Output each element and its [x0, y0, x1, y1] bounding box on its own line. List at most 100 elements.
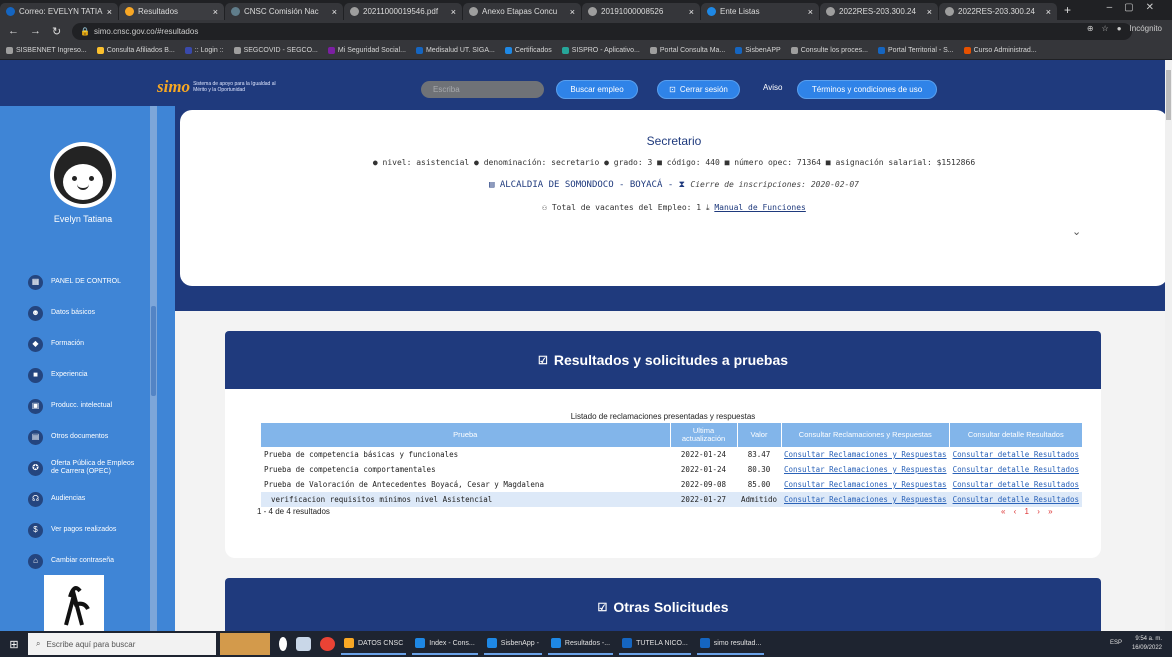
sidebar-item[interactable]: ⌂ Cambiar contraseña — [28, 551, 143, 571]
search-input[interactable]: Escriba — [421, 81, 544, 98]
taskbar-app[interactable]: Index - Cons... — [412, 633, 478, 655]
bookmark-item[interactable]: Consulte los proces... — [790, 47, 868, 54]
task-view-icon[interactable] — [296, 637, 311, 651]
chrome-icon[interactable] — [320, 637, 335, 651]
bookmark-label: Mi Seguridad Social... — [337, 47, 406, 54]
cell-fecha: 2022-01-27 — [670, 492, 737, 507]
taskbar-app-icon — [622, 638, 633, 648]
browser-tab[interactable]: 20191000008526 × — [582, 3, 700, 20]
main-content: Secretario ● nivel: asistencial ● denomi… — [175, 106, 1168, 631]
tray-clock[interactable]: 9:54 a. m. 16/09/2022 — [1132, 635, 1162, 653]
detalle-link[interactable]: Consultar detalle Resultados — [950, 462, 1082, 477]
vacantes: Total de vacantes del Empleo: 1 — [551, 203, 702, 212]
sidebar-scrollbar[interactable] — [150, 106, 157, 631]
bookmark-item[interactable]: SEGCOVID - SEGCO... — [233, 47, 318, 54]
browser-tab[interactable]: Anexo Etapas Concu × — [463, 3, 581, 20]
detalle-link[interactable]: Consultar detalle Resultados — [950, 477, 1082, 492]
taskbar-app[interactable]: SisbenApp - — [483, 633, 542, 655]
tab-close-icon[interactable]: × — [451, 7, 456, 17]
browser-tab[interactable]: 2022RES-203.300.24 × — [820, 3, 938, 20]
simo-logo[interactable]: simo Sistema de apoyo para la Igualdad a… — [157, 77, 283, 97]
browser-tab[interactable]: Correo: EVELYN TATIA × — [0, 3, 118, 20]
bookmark-label: Consulte los proces... — [800, 47, 868, 54]
taskbar-app[interactable]: DATOS CNSC — [341, 633, 407, 655]
reclamaciones-link[interactable]: Consultar Reclamaciones y Respuestas — [781, 447, 950, 462]
buscar-empleo-button[interactable]: Buscar empleo — [556, 80, 638, 99]
url-input[interactable]: 🔒 simo.cnsc.gov.co/#resultados — [72, 22, 1132, 40]
sidebar-item-icon: ⌂ — [28, 553, 43, 569]
browser-tab[interactable]: CNSC Comisión Nac × — [225, 3, 343, 20]
detalle-link[interactable]: Consultar detalle Resultados — [949, 492, 1082, 507]
forward-icon[interactable]: → — [30, 25, 44, 37]
new-tab-button[interactable]: + — [1064, 3, 1071, 17]
cerrar-sesion-button[interactable]: ⊡ Cerrar sesión — [657, 80, 740, 99]
sidebar-item-label: Formación — [51, 340, 85, 347]
browser-tab[interactable]: 2022RES-203.300.24 × — [939, 3, 1057, 20]
page-scrollbar[interactable] — [1165, 60, 1172, 631]
taskbar-app-label: TUTELA NICO... — [636, 639, 688, 647]
terminos-button[interactable]: Términos y condiciones de uso — [797, 80, 937, 99]
reclamaciones-link[interactable]: Consultar Reclamaciones y Respuestas — [781, 492, 950, 507]
windows-start-icon[interactable]: ⊞ — [4, 638, 24, 651]
browser-tab[interactable]: 20211000019546.pdf × — [344, 3, 462, 20]
sidebar-item[interactable]: ☻ Datos básicos — [28, 303, 143, 323]
tab-close-icon[interactable]: × — [332, 7, 337, 17]
results-header: ☑ Resultados y solicitudes a pruebas — [225, 331, 1101, 389]
bookmark-item[interactable]: Certificados — [504, 47, 552, 54]
tab-close-icon[interactable]: × — [927, 7, 932, 17]
grado-icon: ● — [604, 158, 609, 167]
tab-close-icon[interactable]: × — [1046, 7, 1051, 17]
tab-favicon-icon — [231, 7, 240, 16]
browser-tab[interactable]: Ente Listas × — [701, 3, 819, 20]
bookmark-item[interactable]: Consulta Afiliados B... — [96, 47, 175, 54]
sidebar-item[interactable]: ◆ Formación — [28, 334, 143, 354]
taskbar-search[interactable]: ⌕ Escribe aquí para buscar — [28, 633, 216, 655]
tab-close-icon[interactable]: × — [808, 7, 813, 17]
sidebar-item[interactable]: ■ Experiencia — [28, 365, 143, 385]
bookmark-favicon-icon — [327, 47, 335, 54]
sidebar-item[interactable]: ☊ Audiencias — [28, 489, 143, 509]
browser-tab[interactable]: Resultados × — [119, 3, 224, 20]
back-icon[interactable]: ← — [8, 25, 22, 37]
taskbar-app[interactable]: TUTELA NICO... — [619, 633, 691, 655]
tab-close-icon[interactable]: × — [570, 7, 575, 17]
tray-language[interactable]: ESP — [1110, 640, 1122, 646]
bookmark-favicon-icon — [233, 47, 241, 54]
star-icon[interactable]: ☆ — [1102, 24, 1109, 33]
cortana-icon[interactable] — [279, 637, 287, 651]
sidebar-item[interactable]: ✪ Oferta Pública de Empleos de Carrera (O… — [28, 458, 143, 478]
detalle-link[interactable]: Consultar detalle Resultados — [950, 447, 1082, 462]
bookmark-item[interactable]: Portal Consulta Ma... — [649, 47, 725, 54]
tab-close-icon[interactable]: × — [213, 7, 218, 17]
col-ultima-actualizacion: Ultima actualización — [670, 423, 738, 447]
taskbar-app[interactable]: Resultados -... — [547, 633, 614, 655]
manual-link[interactable]: Manual de Funciones — [714, 203, 806, 212]
window-controls[interactable]: –▢✕ — [1107, 2, 1166, 13]
reclamaciones-link[interactable]: Consultar Reclamaciones y Respuestas — [781, 462, 950, 477]
reclamaciones-link[interactable]: Consultar Reclamaciones y Respuestas — [781, 477, 950, 492]
bookmark-favicon-icon — [963, 47, 971, 54]
results-section: ☑ Resultados y solicitudes a pruebas Lis… — [225, 331, 1101, 558]
taskbar-app[interactable]: simo resultad... — [696, 633, 765, 655]
taskbar-app-label: SisbenApp - — [500, 639, 539, 647]
bookmark-item[interactable]: Medisalud UT. SIGA... — [415, 47, 495, 54]
sidebar-item[interactable]: ▦ PANEL DE CONTROL — [28, 272, 143, 292]
bookmark-item[interactable]: SISBENNET Ingreso... — [6, 47, 87, 54]
bookmark-item[interactable]: :: Login :: — [184, 47, 224, 54]
aviso-link[interactable]: Aviso — [763, 83, 782, 92]
bookmark-item[interactable]: Curso Administrad... — [963, 47, 1037, 54]
reload-icon[interactable]: ↻ — [52, 25, 66, 38]
sidebar-item[interactable]: ▣ Producc. intelectual — [28, 396, 143, 416]
denominacion-icon: ● — [474, 158, 479, 167]
sidebar-item[interactable]: $ Ver pagos realizados — [28, 520, 143, 540]
bookmark-item[interactable]: Portal Territorial - S... — [878, 47, 954, 54]
bookmark-item[interactable]: SISPRO - Aplicativo... — [561, 47, 640, 54]
tab-close-icon[interactable]: × — [107, 7, 112, 17]
tab-close-icon[interactable]: × — [689, 7, 694, 17]
zoom-icon[interactable]: ⊕ — [1087, 24, 1094, 33]
bookmark-item[interactable]: Mi Seguridad Social... — [327, 47, 406, 54]
bookmark-item[interactable]: SisbenAPP — [735, 47, 781, 54]
pagination[interactable]: « ‹ 1 › » — [1001, 507, 1056, 516]
chevron-down-icon[interactable]: ⌄ — [1072, 225, 1081, 238]
sidebar-item[interactable]: ▤ Otros documentos — [28, 427, 143, 447]
